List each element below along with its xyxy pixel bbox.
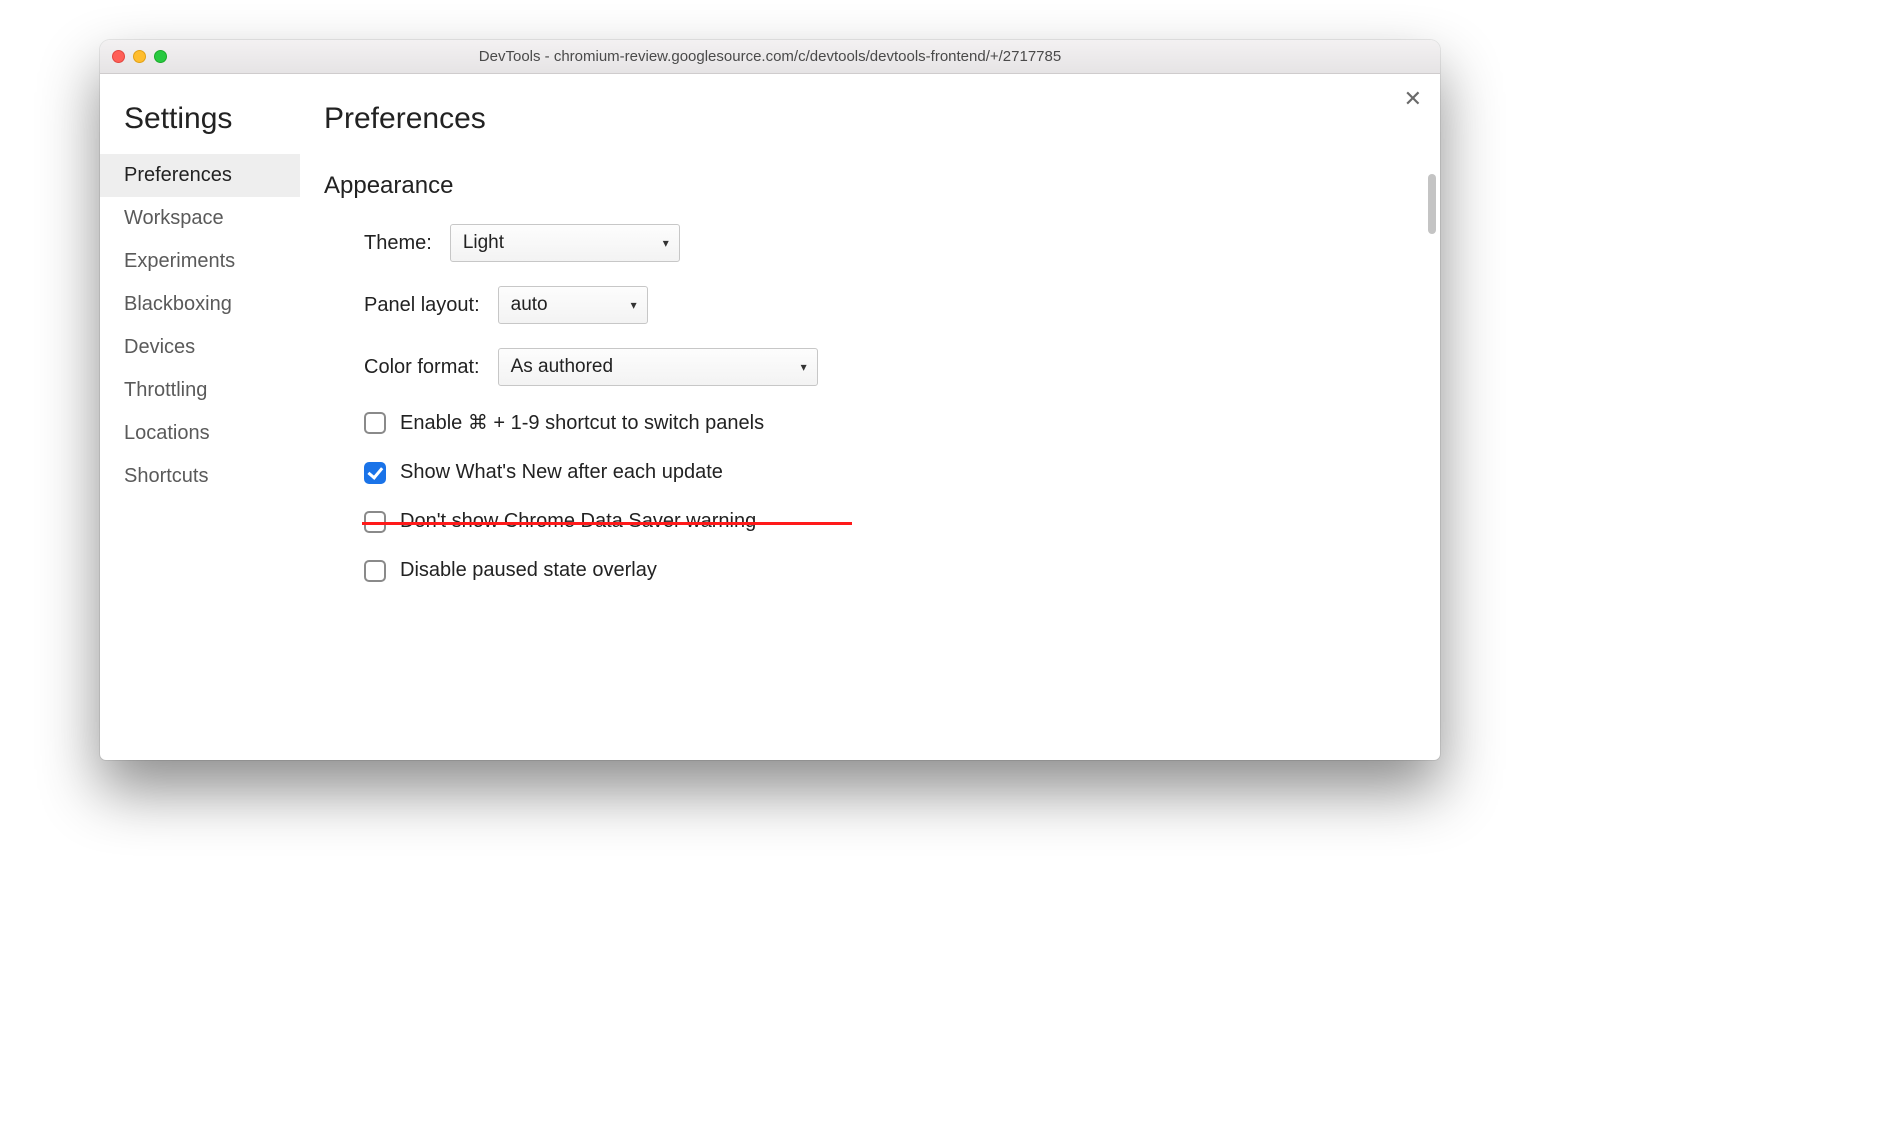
window-controls	[112, 50, 167, 63]
color-format-value: As authored	[511, 356, 613, 378]
enable-shortcut-row: Enable ⌘ + 1-9 shortcut to switch panels	[324, 410, 1400, 435]
theme-select[interactable]: Light ▾	[450, 224, 680, 262]
sidebar-item-locations[interactable]: Locations	[100, 412, 300, 455]
close-window-icon[interactable]	[112, 50, 125, 63]
window-title: DevTools - chromium-review.googlesource.…	[479, 48, 1061, 65]
close-icon[interactable]: ✕	[1404, 88, 1422, 110]
enable-shortcut-checkbox[interactable]	[364, 412, 386, 434]
sidebar-title: Settings	[100, 102, 300, 136]
scrollbar-thumb[interactable]	[1428, 174, 1436, 234]
sidebar: Settings Preferences Workspace Experimen…	[100, 74, 300, 760]
content-area: Settings Preferences Workspace Experimen…	[100, 74, 1440, 760]
sidebar-item-experiments[interactable]: Experiments	[100, 240, 300, 283]
theme-label: Theme:	[364, 232, 432, 255]
paused-overlay-label: Disable paused state overlay	[400, 559, 657, 582]
minimize-window-icon[interactable]	[133, 50, 146, 63]
sidebar-item-throttling[interactable]: Throttling	[100, 369, 300, 412]
panel-layout-row: Panel layout: auto ▾	[324, 286, 1400, 324]
sidebar-item-workspace[interactable]: Workspace	[100, 197, 300, 240]
devtools-settings-window: DevTools - chromium-review.googlesource.…	[100, 40, 1440, 760]
sidebar-item-blackboxing[interactable]: Blackboxing	[100, 283, 300, 326]
main-panel: ✕ Preferences Appearance Theme: Light ▾ …	[300, 74, 1440, 760]
paused-overlay-checkbox[interactable]	[364, 560, 386, 582]
data-saver-label: Don't show Chrome Data Saver warning	[400, 510, 756, 533]
theme-row: Theme: Light ▾	[324, 224, 1400, 262]
panel-layout-select[interactable]: auto ▾	[498, 286, 648, 324]
page-title: Preferences	[324, 102, 1400, 144]
chevron-down-icon: ▾	[801, 360, 807, 374]
color-format-label: Color format:	[364, 356, 480, 379]
whats-new-label: Show What's New after each update	[400, 461, 723, 484]
data-saver-checkbox[interactable]	[364, 511, 386, 533]
chevron-down-icon: ▾	[663, 236, 669, 250]
chevron-down-icon: ▾	[631, 298, 637, 312]
maximize-window-icon[interactable]	[154, 50, 167, 63]
data-saver-row: Don't show Chrome Data Saver warning	[324, 510, 1400, 533]
section-appearance: Appearance	[324, 172, 1400, 200]
sidebar-item-preferences[interactable]: Preferences	[100, 154, 300, 197]
sidebar-item-shortcuts[interactable]: Shortcuts	[100, 455, 300, 498]
enable-shortcut-label: Enable ⌘ + 1-9 shortcut to switch panels	[400, 410, 764, 435]
panel-layout-label: Panel layout:	[364, 294, 480, 317]
color-format-select[interactable]: As authored ▾	[498, 348, 818, 386]
theme-value: Light	[463, 232, 504, 254]
whats-new-checkbox[interactable]	[364, 462, 386, 484]
whats-new-row: Show What's New after each update	[324, 461, 1400, 484]
panel-layout-value: auto	[511, 294, 548, 316]
paused-overlay-row: Disable paused state overlay	[324, 559, 1400, 582]
titlebar: DevTools - chromium-review.googlesource.…	[100, 40, 1440, 74]
sidebar-item-devices[interactable]: Devices	[100, 326, 300, 369]
color-format-row: Color format: As authored ▾	[324, 348, 1400, 386]
